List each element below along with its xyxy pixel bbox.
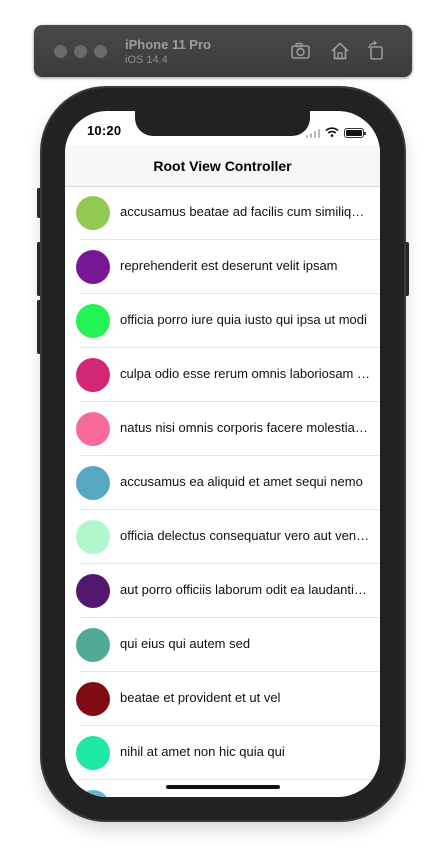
row-title: accusamus ea aliquid et amet sequi nemo bbox=[120, 474, 363, 489]
row-title: culpa odio esse rerum omnis laboriosam v… bbox=[120, 366, 370, 381]
table-row[interactable]: officia porro iure quia iusto qui ipsa u… bbox=[65, 294, 380, 348]
battery-icon bbox=[344, 128, 366, 138]
avatar bbox=[76, 358, 110, 392]
table-row[interactable]: accusamus beatae ad facilis cum similiqu… bbox=[65, 186, 380, 240]
row-title: officia delectus consequatur vero aut ve… bbox=[120, 528, 370, 543]
table-row[interactable]: natus nisi omnis corporis facere molesti… bbox=[65, 402, 380, 456]
row-title: reprehenderit est deserunt velit ipsam bbox=[120, 258, 338, 273]
row-title: aut porro officiis laborum odit ea lauda… bbox=[120, 582, 370, 597]
home-indicator[interactable] bbox=[166, 785, 280, 789]
cellular-signal-icon bbox=[306, 128, 320, 138]
row-title: nihil at amet non hic quia qui bbox=[120, 744, 285, 759]
avatar bbox=[76, 466, 110, 500]
device-screen: 10:20 Root View Controller accusamus bea… bbox=[65, 111, 380, 797]
table-view[interactable]: accusamus beatae ad facilis cum similiqu… bbox=[65, 186, 380, 797]
avatar bbox=[76, 628, 110, 662]
table-row[interactable]: beatae et provident et ut vel bbox=[65, 672, 380, 726]
table-row[interactable]: culpa odio esse rerum omnis laboriosam v… bbox=[65, 348, 380, 402]
table-row[interactable]: reprehenderit est deserunt velit ipsam bbox=[65, 240, 380, 294]
avatar bbox=[76, 412, 110, 446]
os-version: iOS 14.4 bbox=[125, 54, 168, 66]
table-row[interactable]: aut porro officiis laborum odit ea lauda… bbox=[65, 564, 380, 618]
status-icons bbox=[306, 124, 366, 142]
navigation-bar: Root View Controller bbox=[65, 145, 380, 187]
rotate-icon[interactable] bbox=[365, 40, 387, 62]
table-row[interactable]: qui eius qui autem sed bbox=[65, 618, 380, 672]
zoom-window-button[interactable] bbox=[94, 45, 107, 58]
avatar bbox=[76, 520, 110, 554]
avatar bbox=[76, 196, 110, 230]
notch bbox=[135, 111, 310, 136]
status-time: 10:20 bbox=[87, 123, 122, 138]
wifi-icon bbox=[325, 124, 339, 142]
avatar bbox=[76, 682, 110, 716]
row-title: qui eius qui autem sed bbox=[120, 636, 251, 651]
avatar bbox=[76, 736, 110, 770]
close-window-button[interactable] bbox=[54, 45, 67, 58]
table-row[interactable]: officia delectus consequatur vero aut ve… bbox=[65, 510, 380, 564]
avatar bbox=[76, 574, 110, 608]
nav-title: Root View Controller bbox=[153, 157, 292, 174]
simulator-toolbar: iPhone 11 Pro iOS 14.4 bbox=[34, 25, 412, 77]
avatar bbox=[76, 790, 110, 797]
row-title: beatae et provident et ut vel bbox=[120, 690, 281, 705]
avatar bbox=[76, 250, 110, 284]
table-row[interactable]: accusamus ea aliquid et amet sequi nemo bbox=[65, 456, 380, 510]
row-title: natus nisi omnis corporis facere molesti… bbox=[120, 420, 370, 435]
row-title: accusamus beatae ad facilis cum similiqu… bbox=[120, 204, 370, 219]
minimize-window-button[interactable] bbox=[74, 45, 87, 58]
row-title: officia porro iure quia iusto qui ipsa u… bbox=[120, 312, 367, 327]
avatar bbox=[76, 304, 110, 338]
table-row[interactable]: nihil at amet non hic quia qui bbox=[65, 726, 380, 780]
screenshot-icon[interactable] bbox=[290, 40, 312, 62]
simulator-window: iPhone 11 Pro iOS 14.4 10:20 Root View C… bbox=[0, 0, 446, 862]
home-icon[interactable] bbox=[329, 40, 351, 62]
device-name: iPhone 11 Pro bbox=[125, 37, 211, 52]
